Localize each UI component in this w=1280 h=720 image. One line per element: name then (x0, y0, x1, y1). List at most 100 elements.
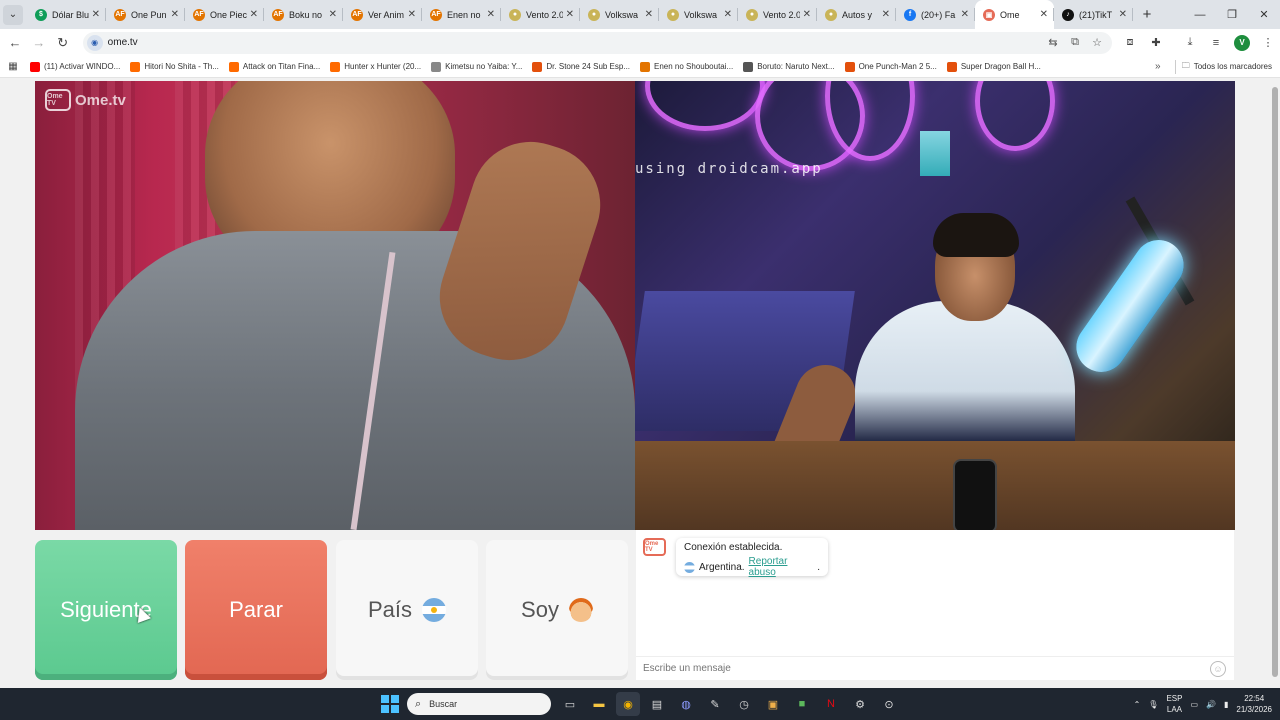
browser-tab[interactable]: AF Enen no ✕ (422, 0, 501, 29)
bookmark-item[interactable]: Hunter x Hunter (20... (330, 61, 421, 72)
download-icon[interactable]: ⤓ (1178, 32, 1202, 54)
bookmark-favicon-icon (330, 61, 341, 72)
translate-icon[interactable]: ⇆ (1044, 36, 1062, 49)
profile-avatar[interactable]: V (1230, 32, 1254, 54)
start-icon[interactable] (381, 695, 399, 713)
browser-tab[interactable]: ● Volkswa ✕ (580, 0, 659, 29)
tab-title: Dólar Blu (52, 9, 89, 20)
tab-title: Vento 2.0 (526, 9, 563, 20)
media-control-icon[interactable]: ≡ (1204, 32, 1228, 54)
battery-icon[interactable]: ▮ (1224, 700, 1228, 709)
tab-close-icon[interactable]: ✕ (171, 9, 179, 20)
bookmark-label: One Punch-Man 2 5... (858, 62, 937, 71)
tab-close-icon[interactable]: ✕ (566, 9, 574, 20)
bookmark-item[interactable]: One Punch-Man 2 5... (844, 61, 937, 72)
tab-favicon-icon: AF (114, 8, 126, 21)
minecraft-icon[interactable]: ■ (790, 692, 814, 716)
tab-strip: ⌄ $ Dólar Blu ✕ AF One Pun ✕ AF One Piec ✕ AF Boku… (0, 0, 1280, 29)
bookmarks-bar: ▦ (11) Activar WINDO... Hitori No Shita -… (0, 56, 1280, 78)
browser-tab[interactable]: ▣ Ome ✕ (975, 0, 1054, 29)
bookmark-item[interactable]: Boruto: Naruto Next... (743, 61, 835, 72)
browser-tab[interactable]: AF One Piec ✕ (185, 0, 264, 29)
volume-icon[interactable]: 🔊 (1206, 700, 1216, 709)
tab-close-icon[interactable]: ✕ (329, 9, 337, 20)
chrome-icon[interactable]: ◉ (616, 692, 640, 716)
emoji-picker-icon[interactable]: ☺ (1210, 660, 1226, 677)
tab-close-icon[interactable]: ✕ (487, 9, 495, 20)
tab-close-icon[interactable]: ✕ (92, 9, 100, 20)
reload-icon[interactable]: ↻ (51, 31, 75, 55)
menu-icon[interactable]: ⋮ (1256, 32, 1280, 54)
tab-favicon-icon: AF (430, 8, 442, 21)
steam-icon[interactable]: ⚙ (848, 692, 872, 716)
restore-icon[interactable]: ❐ (1216, 0, 1248, 29)
back-icon[interactable]: ← (3, 31, 27, 55)
browser-tab[interactable]: AF Boku no ✕ (264, 0, 343, 29)
tab-close-icon[interactable]: ✕ (408, 9, 416, 20)
browser-tab[interactable]: AF One Pun ✕ (106, 0, 185, 29)
tab-search-icon[interactable]: ⌄ (3, 4, 23, 25)
bookmark-item[interactable]: Hitori No Shita - Th... (130, 61, 219, 72)
extension-translate-icon[interactable]: ⧈ (1118, 32, 1142, 54)
bookmark-star-icon[interactable]: ☆ (1088, 36, 1106, 49)
more-bookmarks-icon[interactable]: » (1147, 61, 1169, 72)
browser-tab[interactable]: ● Autos y ✕ (817, 0, 896, 29)
discord-icon[interactable]: ◍ (674, 692, 698, 716)
gender-button[interactable]: Soy (486, 540, 628, 680)
clock[interactable]: 22:54 21/3/2026 (1236, 693, 1272, 715)
taskbar-search[interactable]: ⌕ Buscar (407, 693, 551, 715)
tab-close-icon[interactable]: ✕ (803, 9, 811, 20)
bookmark-favicon-icon (30, 61, 40, 72)
tab-close-icon[interactable]: ✕ (882, 9, 890, 20)
minimize-icon[interactable]: — (1184, 0, 1216, 29)
tab-close-icon[interactable]: ✕ (1119, 9, 1127, 20)
bookmark-item[interactable]: Attack on Titan Fina... (228, 61, 320, 72)
browser-tab[interactable]: AF Ver Anim ✕ (343, 0, 422, 29)
new-tab-button[interactable]: + (1135, 6, 1159, 23)
apps-grid-icon[interactable]: ▦ (2, 61, 24, 72)
stop-button[interactable]: Parar (185, 540, 327, 680)
file-explorer-icon[interactable]: ▬ (587, 692, 611, 716)
tab-close-icon[interactable]: ✕ (961, 9, 969, 20)
country-button[interactable]: País (336, 540, 478, 680)
report-abuse-link[interactable]: Reportar abuso (749, 556, 818, 578)
site-info-icon[interactable]: ◉ (86, 34, 103, 51)
bookmark-item[interactable]: Dr. Stone 24 Sub Esp... (532, 61, 630, 72)
close-window-icon[interactable]: ✕ (1248, 0, 1280, 29)
forward-icon[interactable]: → (27, 31, 51, 55)
netflix-icon[interactable]: N (819, 692, 843, 716)
language-indicator[interactable]: ESP LAA (1166, 693, 1182, 715)
tab-close-icon[interactable]: ✕ (645, 9, 653, 20)
page-scrollbar[interactable] (1270, 79, 1280, 688)
browser-tab[interactable]: ● Volkswa ✕ (659, 0, 738, 29)
browser-tab[interactable]: ● Vento 2.0 ✕ (501, 0, 580, 29)
install-app-icon[interactable]: ⧉ (1066, 36, 1084, 49)
browser-tab[interactable]: ♪ (21)TikT ✕ (1054, 0, 1133, 29)
microphone-tray-icon[interactable]: 🎙 (1148, 700, 1158, 709)
browser-tab[interactable]: ● Vento 2.0 ✕ (738, 0, 817, 29)
tab-close-icon[interactable]: ✕ (1040, 9, 1048, 20)
address-bar[interactable]: ◉ ome.tv ⇆ ⧉ ☆ (82, 31, 1112, 54)
store-app-icon[interactable]: ▣ (761, 692, 785, 716)
browser-tab[interactable]: $ Dólar Blu ✕ (27, 0, 106, 29)
bookmark-item[interactable]: Super Dragon Ball H... (946, 61, 1041, 72)
app-icon[interactable]: ✎ (703, 692, 727, 716)
bookmark-item[interactable]: Kimetsu no Yaiba: Y... (431, 61, 522, 72)
maps-icon[interactable]: ⊙ (877, 692, 901, 716)
task-view-icon[interactable]: ▭ (558, 692, 582, 716)
tab-close-icon[interactable]: ✕ (250, 9, 258, 20)
tab-close-icon[interactable]: ✕ (724, 9, 732, 20)
epic-games-icon[interactable]: ▤ (645, 692, 669, 716)
network-icon[interactable]: ▭ (1190, 700, 1198, 709)
next-button[interactable]: Siguiente (35, 540, 177, 680)
url-text[interactable]: ome.tv (108, 37, 138, 48)
scrollbar-thumb[interactable] (1272, 87, 1278, 677)
clock-app-icon[interactable]: ◷ (732, 692, 756, 716)
message-input[interactable] (643, 663, 1183, 674)
extensions-puzzle-icon[interactable]: ✚ (1144, 32, 1168, 54)
tray-overflow-icon[interactable]: ⌃ (1134, 700, 1141, 709)
bookmark-item[interactable]: (11) Activar WINDO... (30, 61, 120, 72)
all-bookmarks-folder[interactable]: 🗀 Todos los marcadores (1182, 60, 1272, 74)
bookmark-item[interactable]: Enen no Shouboutai... (640, 61, 733, 72)
browser-tab[interactable]: f (20+) Fa ✕ (896, 0, 975, 29)
